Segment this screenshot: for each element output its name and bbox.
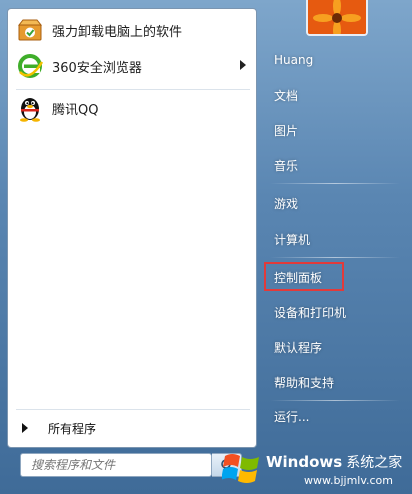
- pictures-label: 图片: [274, 123, 299, 138]
- pictures-link[interactable]: 图片: [266, 116, 408, 144]
- recent-app-qq[interactable]: 腾讯QQ: [8, 91, 256, 125]
- games-link[interactable]: 游戏: [266, 189, 408, 217]
- right-separator: [270, 183, 400, 184]
- pinned-app-360-browser[interactable]: 360安全浏览器: [8, 49, 256, 83]
- all-programs-label: 所有程序: [48, 421, 97, 436]
- music-label: 音乐: [274, 158, 299, 173]
- default-programs-label: 默认程序: [274, 340, 323, 355]
- watermark-brand: Windows 系统之家: [266, 453, 403, 471]
- 360-browser-icon: [16, 52, 44, 80]
- documents-link[interactable]: 文档: [266, 81, 408, 109]
- watermark: Windows 系统之家 www.bjjmlv.com: [214, 444, 412, 494]
- right-separator: [270, 257, 400, 258]
- run-link[interactable]: 运行...: [266, 402, 408, 430]
- music-link[interactable]: 音乐: [266, 151, 408, 179]
- flower-picture-icon: [308, 0, 366, 34]
- user-name: Huang: [274, 53, 314, 67]
- run-label: 运行...: [274, 409, 310, 424]
- app-label: 360安全浏览器: [52, 60, 142, 76]
- pinned-app-uninstaller[interactable]: 强力卸载电脑上的软件: [8, 13, 256, 47]
- start-menu: 强力卸载电脑上的软件 360安全浏览器 腾讯QQ 所有程序 搜索程序和文件 Hu…: [0, 0, 412, 494]
- uninstaller-box-icon: [16, 16, 44, 44]
- all-programs-button[interactable]: 所有程序: [8, 415, 256, 441]
- programs-panel: 强力卸载电脑上的软件 360安全浏览器 腾讯QQ 所有程序: [7, 8, 257, 448]
- documents-label: 文档: [274, 88, 299, 103]
- user-picture[interactable]: [306, 0, 368, 36]
- pinned-divider: [16, 89, 250, 90]
- right-separator: [270, 400, 400, 401]
- default-programs-link[interactable]: 默认程序: [266, 333, 408, 361]
- user-folder-link[interactable]: Huang: [266, 46, 408, 74]
- arrow-right-icon: [22, 423, 28, 433]
- help-support-label: 帮助和支持: [274, 375, 335, 390]
- search-input[interactable]: [29, 454, 193, 476]
- highlight-box: [264, 262, 344, 291]
- app-label: 腾讯QQ: [52, 102, 99, 118]
- devices-printers-label: 设备和打印机: [274, 305, 347, 320]
- app-label: 强力卸载电脑上的软件: [52, 24, 183, 40]
- help-support-link[interactable]: 帮助和支持: [266, 368, 408, 396]
- all-programs-divider: [16, 409, 250, 410]
- games-label: 游戏: [274, 196, 299, 211]
- windows-logo-icon: [222, 454, 259, 483]
- submenu-arrow-icon[interactable]: [240, 60, 246, 70]
- qq-penguin-icon: [16, 94, 44, 122]
- computer-link[interactable]: 计算机: [266, 225, 408, 253]
- computer-label: 计算机: [274, 232, 311, 247]
- devices-printers-link[interactable]: 设备和打印机: [266, 298, 408, 326]
- watermark-url: www.bjjmlv.com: [304, 474, 393, 487]
- search-box: [20, 453, 212, 477]
